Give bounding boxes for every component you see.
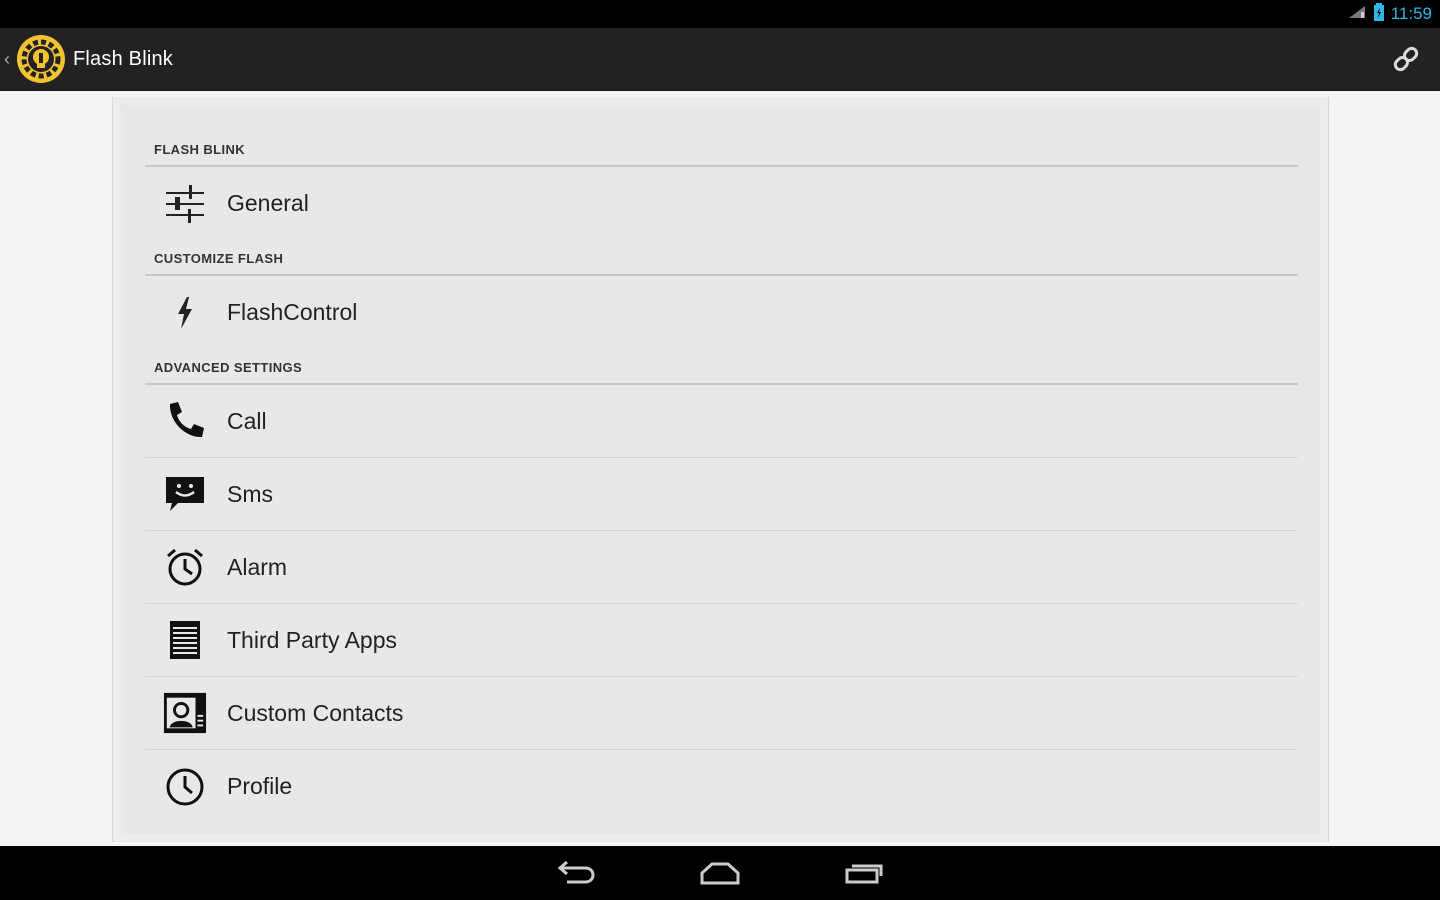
settings-item-label: Call (227, 407, 267, 434)
battery-icon (1373, 2, 1385, 26)
section-header-label: CUSTOMIZE FLASH (154, 251, 284, 266)
phone-icon (163, 399, 207, 443)
settings-item-profile[interactable]: Profile (145, 750, 1298, 823)
status-icons: 11:59 (1347, 2, 1432, 26)
section-header-customize-flash: CUSTOMIZE FLASH (145, 240, 1298, 276)
clock-icon (163, 765, 207, 809)
settings-item-label: Alarm (227, 553, 288, 580)
home-icon[interactable] (695, 856, 745, 890)
settings-item-label: FlashControl (227, 299, 358, 325)
action-bar: ‹ Flash Blink (0, 28, 1440, 91)
list-icon (163, 618, 207, 662)
recents-icon[interactable] (840, 856, 890, 890)
message-icon (163, 472, 207, 516)
section-header-label: ADVANCED SETTINGS (154, 360, 303, 375)
settings-item-label: General (227, 190, 309, 216)
settings-panel: FLASH BLINK General CUSTOMIZE FLASH Flas… (112, 97, 1329, 842)
status-time: 11:59 (1390, 4, 1432, 23)
navigation-bar (0, 846, 1440, 900)
section-header-advanced-settings: ADVANCED SETTINGS (145, 349, 1298, 385)
gear-bulb-logo-icon[interactable] (16, 34, 66, 84)
section-header-label: FLASH BLINK (154, 142, 246, 157)
settings-item-call[interactable]: Call (145, 385, 1298, 458)
app-title: Flash Blink (73, 48, 174, 70)
settings-content: FLASH BLINK General CUSTOMIZE FLASH Flas… (0, 91, 1440, 846)
signal-icon (1347, 4, 1367, 25)
link-icon[interactable] (1390, 43, 1422, 75)
settings-item-label: Profile (227, 773, 293, 799)
chevron-left-icon[interactable]: ‹ (4, 50, 10, 68)
settings-item-alarm[interactable]: Alarm (145, 531, 1298, 604)
settings-item-label: Sms (227, 480, 273, 507)
settings-item-label: Third Party Apps (227, 626, 398, 653)
settings-item-label: Custom Contacts (227, 699, 404, 726)
contact-card-icon (163, 691, 207, 735)
section-header-flash-blink: FLASH BLINK (145, 131, 1298, 167)
settings-item-custom-contacts[interactable]: Custom Contacts (145, 677, 1298, 750)
lightning-icon (163, 291, 207, 335)
settings-list: FLASH BLINK General CUSTOMIZE FLASH Flas… (145, 131, 1298, 823)
alarm-clock-icon (163, 545, 207, 589)
status-bar: 11:59 (0, 0, 1440, 28)
back-icon[interactable] (551, 856, 601, 890)
settings-item-third-party-apps[interactable]: Third Party Apps (145, 604, 1298, 677)
sliders-icon (163, 182, 207, 226)
settings-item-sms[interactable]: Sms (145, 458, 1298, 531)
settings-item-general[interactable]: General (145, 167, 1298, 240)
settings-item-flashcontrol[interactable]: FlashControl (145, 276, 1298, 349)
